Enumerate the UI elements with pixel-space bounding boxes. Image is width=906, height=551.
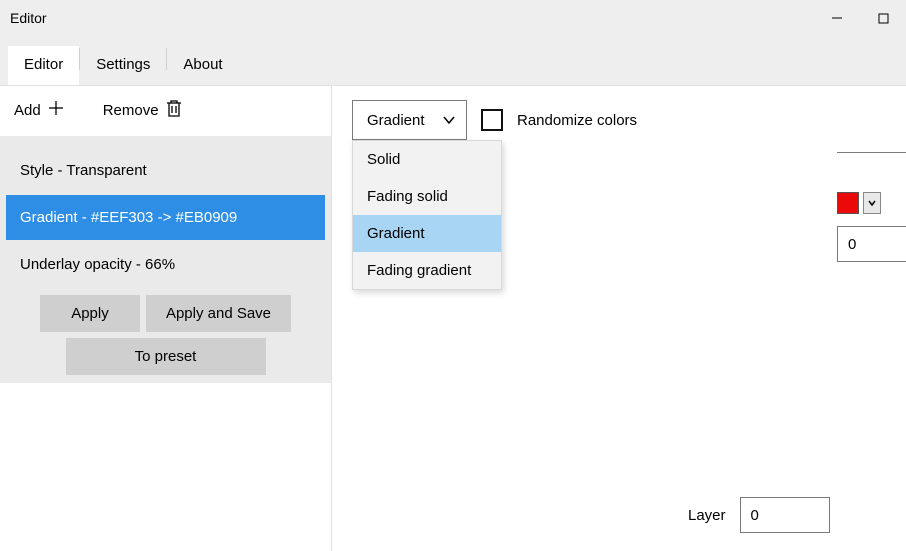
tab-settings[interactable]: Settings [80,46,166,85]
left-pane: Add Remove [0,86,332,551]
list-item[interactable]: Underlay opacity - 66% [6,242,325,287]
button-label: Apply [71,305,109,322]
dropdown-option-gradient[interactable]: Gradient [353,215,501,252]
dropdown-option-solid[interactable]: Solid [353,141,501,178]
remove-button[interactable]: Remove [97,94,189,126]
effect-list: Style - Transparent Gradient - #EEF303 -… [6,148,325,287]
dropdown-option-fading-solid[interactable]: Fading solid [353,178,501,215]
layer-input[interactable] [740,497,830,533]
list-item[interactable]: Gradient - #EEF303 -> #EB0909 [6,195,325,240]
minimize-button[interactable] [814,0,860,36]
action-row-2: To preset [4,332,327,375]
randomize-label[interactable]: Randomize colors [517,112,637,129]
top-row: Gradient Solid Fading solid Gradient [352,100,896,140]
type-dropdown-list: Solid Fading solid Gradient Fading gradi… [352,140,502,290]
color-picker-button[interactable] [863,192,881,214]
tab-label: Settings [96,56,150,73]
chevron-down-icon [442,113,456,127]
option-label: Gradient [367,225,425,242]
right-pane: Gradient Solid Fading solid Gradient [332,86,906,551]
left-pane-inner: Style - Transparent Gradient - #EEF303 -… [0,136,331,383]
button-label: To preset [135,348,197,365]
remove-label: Remove [103,102,159,119]
left-toolbar: Add Remove [0,86,331,136]
tab-editor[interactable]: Editor [8,46,79,85]
button-label: Apply and Save [166,305,271,322]
option-label: Solid [367,151,400,168]
dropdown-option-fading-gradient[interactable]: Fading gradient [353,252,501,289]
list-item-label: Gradient - #EEF303 -> #EB0909 [20,209,237,226]
type-dropdown[interactable]: Gradient [352,100,467,140]
window-controls [814,0,906,36]
number-input[interactable] [837,226,906,262]
type-dropdown-wrap: Gradient Solid Fading solid Gradient [352,100,467,140]
occluded-controls [837,142,906,169]
editor-body: Add Remove [0,86,906,551]
option-label: Fading solid [367,188,448,205]
to-preset-button[interactable]: To preset [66,338,266,375]
number-row [837,226,906,262]
tab-label: Editor [24,56,63,73]
add-button[interactable]: Add [8,95,71,125]
layer-label: Layer [688,507,726,524]
plus-icon [47,99,65,121]
layer-row: Layer [688,497,830,533]
list-item-label: Underlay opacity - 66% [20,256,175,273]
randomize-checkbox[interactable] [481,109,503,131]
dropdown-selected: Gradient [367,112,425,129]
list-item[interactable]: Style - Transparent [6,148,325,193]
window-title: Editor [10,10,47,26]
add-label: Add [14,102,41,119]
tab-label: About [183,56,222,73]
color-row [837,192,881,214]
apply-button[interactable]: Apply [40,295,140,332]
apply-save-button[interactable]: Apply and Save [146,295,291,332]
list-item-label: Style - Transparent [20,162,147,179]
maximize-button[interactable] [860,0,906,36]
action-row: Apply Apply and Save [4,289,327,332]
titlebar: Editor [0,0,906,36]
tab-strip: Editor Settings About [0,36,906,86]
color-swatch[interactable] [837,192,859,214]
tab-about[interactable]: About [167,46,238,85]
trash-icon [165,98,183,122]
option-label: Fading gradient [367,262,471,279]
slider-track[interactable] [837,152,906,153]
